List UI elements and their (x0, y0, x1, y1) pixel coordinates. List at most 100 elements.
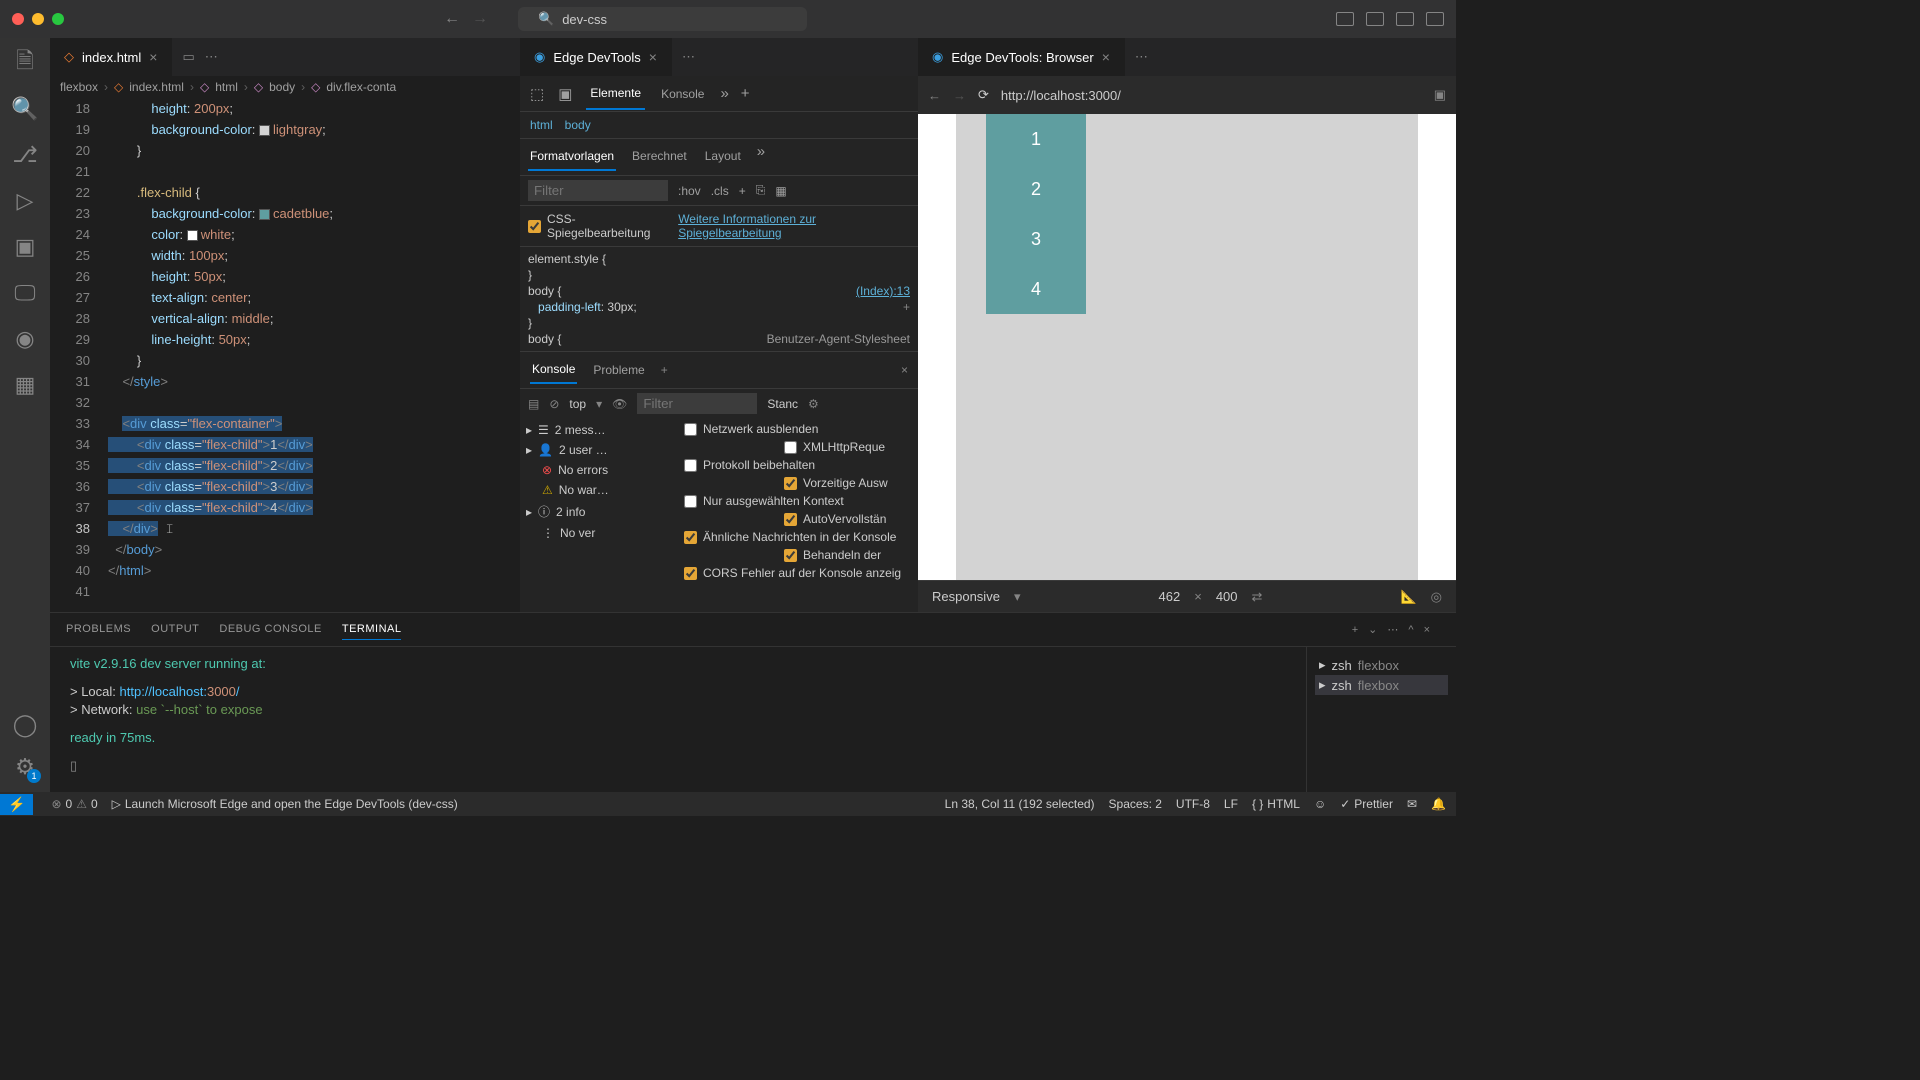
cursor-position[interactable]: Ln 38, Col 11 (192 selected) (945, 797, 1095, 811)
gear-icon[interactable]: ⚙ (808, 397, 819, 411)
language-mode[interactable]: { } HTML (1252, 797, 1300, 811)
tab-konsole[interactable]: Konsole (657, 79, 708, 109)
close-icon[interactable]: × (1102, 49, 1110, 65)
styles-pane[interactable]: element.style { } (Index):13body { paddi… (520, 247, 918, 351)
close-icon[interactable]: × (649, 49, 657, 65)
tab-output[interactable]: OUTPUT (151, 619, 199, 640)
css-prop[interactable]: padding-left (538, 300, 601, 314)
bc-file[interactable]: index.html (129, 80, 184, 94)
height-value[interactable]: 400 (1216, 589, 1238, 604)
tab-layout[interactable]: Layout (703, 143, 743, 171)
tab-debug-console[interactable]: DEBUG CONSOLE (219, 619, 321, 640)
close-icon[interactable]: × (901, 363, 908, 377)
opt-checkbox[interactable] (784, 477, 797, 490)
close-window[interactable] (12, 13, 24, 25)
dom-breadcrumb[interactable]: html body (520, 112, 918, 139)
terminal-item[interactable]: ▸zsh flexbox (1315, 655, 1448, 675)
close-icon[interactable]: × (149, 49, 157, 65)
opt-checkbox[interactable] (684, 531, 697, 544)
opt-checkbox[interactable] (684, 459, 697, 472)
mirror-checkbox[interactable] (528, 220, 541, 233)
cls-toggle[interactable]: .cls (711, 184, 729, 198)
edge-icon[interactable]: ◉ (12, 326, 38, 352)
feedback-icon[interactable]: ☺ (1314, 797, 1326, 811)
eye-icon[interactable]: 👁 (612, 397, 627, 411)
plus-icon[interactable]: + (903, 299, 910, 315)
sidebar-toggle-icon[interactable]: ▤ (528, 397, 539, 411)
rotate-icon[interactable]: ⇄ (1252, 589, 1263, 605)
indentation[interactable]: Spaces: 2 (1109, 797, 1162, 811)
toggle-icon[interactable]: ▣ (1434, 87, 1446, 103)
minimize-window[interactable] (32, 13, 44, 25)
account-icon[interactable]: ◯ (12, 712, 38, 738)
copy-icon[interactable]: ⎘ (756, 183, 766, 198)
images-icon[interactable]: ▦ (12, 372, 38, 398)
messages-row[interactable]: 2 mess… (555, 423, 606, 437)
command-center[interactable]: 🔍 dev-css (518, 7, 807, 31)
tweet-icon[interactable]: ✉ (1407, 797, 1417, 811)
tab-berechnet[interactable]: Berechnet (630, 143, 689, 171)
bc-html[interactable]: html (215, 80, 238, 94)
tab-terminal[interactable]: TERMINAL (342, 619, 402, 640)
more-icon[interactable]: ⋯ (1135, 49, 1148, 65)
tab-formatvorlagen[interactable]: Formatvorlagen (528, 143, 616, 171)
search-icon[interactable]: 🔍 (12, 96, 38, 122)
flex-icon[interactable]: ▦ (775, 184, 786, 198)
encoding[interactable]: UTF-8 (1176, 797, 1210, 811)
rule-source-link[interactable]: (Index):13 (856, 283, 910, 299)
chevron-right-icon[interactable]: ▸ (526, 423, 532, 437)
chevron-right-icon[interactable]: ▸ (526, 443, 532, 457)
user-row[interactable]: 2 user … (559, 443, 608, 457)
back-arrow-icon[interactable]: ← (444, 10, 460, 28)
clear-icon[interactable]: ⊘ (549, 397, 559, 411)
more-tabs-icon[interactable]: » (720, 85, 728, 102)
errors-count[interactable]: ⊗0 ⚠0 (51, 797, 97, 811)
plus-icon[interactable]: + (741, 85, 750, 102)
layout-icon[interactable] (1426, 12, 1444, 26)
remote-icon[interactable]: 🖵 (12, 280, 38, 306)
more-icon[interactable]: ⋯ (1387, 623, 1398, 636)
device-selector[interactable]: Responsive (932, 589, 1000, 604)
errors-row[interactable]: No errors (558, 463, 608, 477)
tab-browser[interactable]: ◉ Edge DevTools: Browser × (918, 38, 1125, 76)
mirror-link[interactable]: Weitere Informationen zur Spiegelbearbei… (678, 212, 910, 240)
opt-checkbox[interactable] (684, 423, 697, 436)
opt-checkbox[interactable] (784, 513, 797, 526)
plus-icon[interactable]: + (661, 363, 668, 377)
ruler-icon[interactable]: 📐 (1400, 589, 1416, 605)
settings-icon[interactable]: ⚙ (12, 754, 38, 780)
run-debug-icon[interactable]: ▷ (12, 188, 38, 214)
hov-toggle[interactable]: :hov (678, 184, 701, 198)
tab-problems[interactable]: PROBLEMS (66, 619, 131, 640)
forward-icon[interactable]: → (953, 88, 966, 103)
remote-indicator[interactable]: ⚡ (0, 794, 33, 815)
more-icon[interactable]: ⋯ (205, 49, 218, 65)
layout-icon[interactable] (1396, 12, 1414, 26)
code-content[interactable]: height: 200px; background-color: lightgr… (108, 98, 520, 612)
reload-icon[interactable]: ⟳ (978, 87, 989, 103)
bc-body[interactable]: body (269, 80, 295, 94)
chevron-down-icon[interactable]: ⌄ (1368, 623, 1377, 636)
opt-checkbox[interactable] (784, 549, 797, 562)
rule-element-style[interactable]: element.style { (528, 251, 910, 267)
opt-checkbox[interactable] (684, 567, 697, 580)
eol[interactable]: LF (1224, 797, 1238, 811)
level-selector[interactable]: Stanc (767, 397, 798, 411)
preview-viewport[interactable]: 1 2 3 4 (918, 114, 1456, 580)
bc-folder[interactable]: flexbox (60, 80, 98, 94)
code-editor[interactable]: flexbox› ◇index.html› ◇html› ◇body› ◇div… (50, 76, 520, 612)
layout-icon[interactable] (1366, 12, 1384, 26)
terminal-output[interactable]: vite v2.9.16 dev server running at: > Lo… (50, 647, 1306, 792)
maximize-window[interactable] (52, 13, 64, 25)
context-selector[interactable]: top (569, 397, 586, 411)
prettier-status[interactable]: ✓ Prettier (1340, 797, 1393, 811)
maximize-icon[interactable]: ^ (1408, 624, 1413, 636)
bc-div[interactable]: div.flex-conta (326, 80, 396, 94)
console-filter-input[interactable] (637, 393, 757, 414)
rule-body[interactable]: body { (528, 284, 561, 298)
explorer-icon[interactable]: 🗎 (12, 50, 38, 76)
tab-probleme[interactable]: Probleme (591, 357, 646, 383)
verbose-row[interactable]: No ver (560, 526, 595, 540)
breadcrumb[interactable]: flexbox› ◇index.html› ◇html› ◇body› ◇div… (50, 76, 520, 98)
opt-checkbox[interactable] (684, 495, 697, 508)
